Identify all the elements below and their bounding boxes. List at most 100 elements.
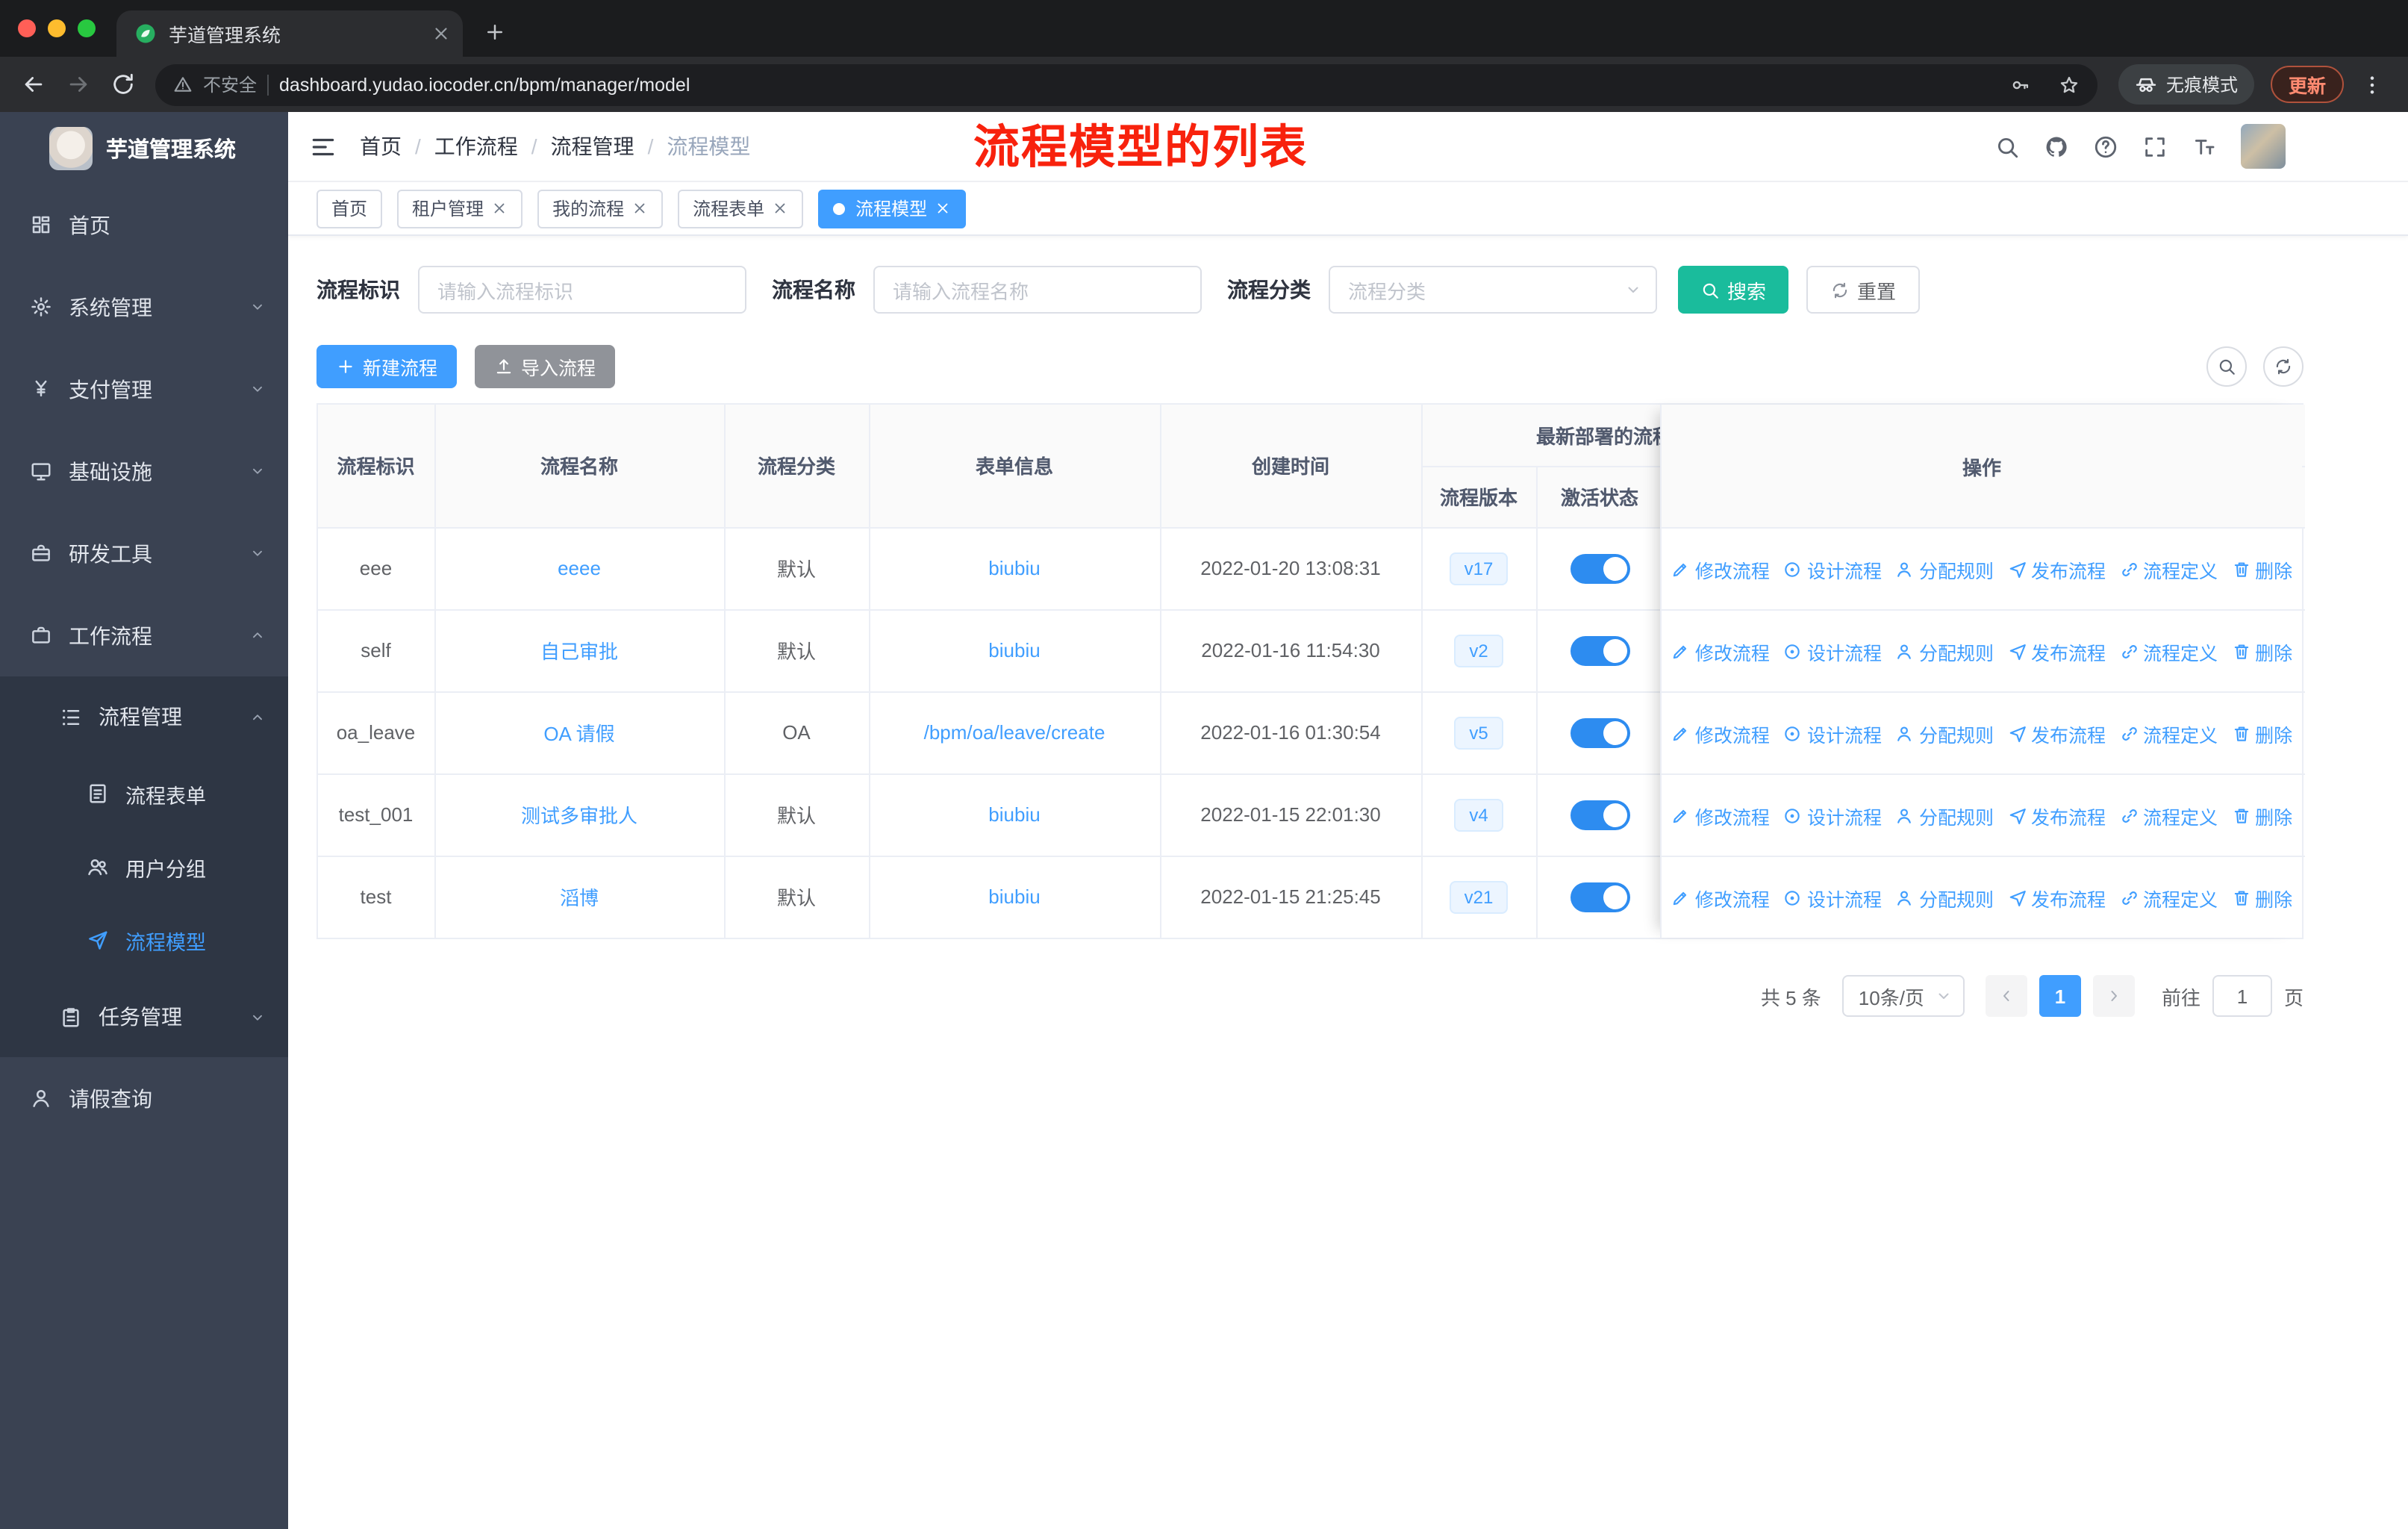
import-model-button[interactable]: 导入流程 bbox=[475, 345, 616, 388]
process-category-select[interactable]: 流程分类 bbox=[1329, 266, 1657, 314]
activation-toggle[interactable] bbox=[1570, 635, 1629, 665]
process-name-link[interactable]: OA 请假 bbox=[543, 723, 614, 745]
sidebar-item-task-manage[interactable]: 任务管理 bbox=[0, 977, 288, 1057]
op-delete-link[interactable]: 删除 bbox=[2231, 637, 2292, 665]
form-info-link[interactable]: biubiu bbox=[988, 803, 1040, 826]
op-definition-link[interactable]: 流程定义 bbox=[2119, 719, 2218, 747]
process-name-link[interactable]: eeee bbox=[558, 557, 601, 579]
sidebar-item-devtools[interactable]: 研发工具 bbox=[0, 512, 288, 594]
op-publish-link[interactable]: 发布流程 bbox=[2007, 555, 2106, 583]
op-definition-link[interactable]: 流程定义 bbox=[2119, 555, 2218, 583]
activation-toggle[interactable] bbox=[1570, 800, 1629, 829]
op-edit-link[interactable]: 修改流程 bbox=[1671, 637, 1770, 665]
tab-close-icon[interactable] bbox=[431, 24, 451, 43]
process-name-link[interactable]: 测试多审批人 bbox=[521, 805, 637, 827]
activation-toggle[interactable] bbox=[1570, 882, 1629, 912]
op-design-link[interactable]: 设计流程 bbox=[1783, 637, 1882, 665]
sidebar-item-payment[interactable]: 支付管理 bbox=[0, 348, 288, 430]
process-key-input[interactable]: 请输入流程标识 bbox=[418, 266, 746, 314]
sidebar-item-user-group[interactable]: 用户分组 bbox=[0, 830, 288, 903]
page-size-select[interactable]: 10条/页 bbox=[1841, 975, 1965, 1017]
new-tab-button[interactable] bbox=[484, 21, 506, 43]
search-button[interactable]: 搜索 bbox=[1678, 266, 1789, 314]
browser-update-button[interactable]: 更新 bbox=[2270, 66, 2344, 103]
tag-my-process[interactable]: 我的流程 bbox=[537, 189, 664, 228]
close-icon[interactable] bbox=[491, 200, 508, 217]
op-delete-link[interactable]: 删除 bbox=[2231, 555, 2292, 583]
tag-process-model[interactable]: 流程模型 bbox=[818, 189, 967, 228]
breadcrumb-item[interactable]: 首页 bbox=[360, 131, 402, 161]
op-assign-link[interactable]: 分配规则 bbox=[1895, 801, 1994, 829]
op-publish-link[interactable]: 发布流程 bbox=[2007, 801, 2106, 829]
bookmark-star-button[interactable] bbox=[2050, 65, 2089, 104]
minimize-window-button[interactable] bbox=[48, 19, 66, 37]
back-button[interactable] bbox=[12, 63, 54, 105]
op-edit-link[interactable]: 修改流程 bbox=[1671, 555, 1770, 583]
form-info-link[interactable]: biubiu bbox=[988, 639, 1040, 661]
browser-menu-button[interactable] bbox=[2360, 72, 2384, 96]
tag-tenant[interactable]: 租户管理 bbox=[397, 189, 523, 228]
breadcrumb-item[interactable]: 工作流程 bbox=[434, 131, 518, 161]
fullscreen-icon[interactable] bbox=[2142, 134, 2168, 159]
browser-tab[interactable]: 芋道管理系统 bbox=[116, 10, 463, 57]
op-definition-link[interactable]: 流程定义 bbox=[2119, 884, 2218, 912]
tag-process-form[interactable]: 流程表单 bbox=[678, 189, 804, 228]
sidebar-item-leave-query[interactable]: 请假查询 bbox=[0, 1057, 288, 1139]
goto-page-input[interactable]: 1 bbox=[2212, 975, 2272, 1017]
close-icon[interactable] bbox=[631, 200, 648, 217]
sidebar-item-home[interactable]: 首页 bbox=[0, 184, 288, 266]
sidebar-item-workflow[interactable]: 工作流程 bbox=[0, 594, 288, 676]
font-size-icon[interactable] bbox=[2192, 134, 2217, 159]
collapse-sidebar-button[interactable] bbox=[309, 132, 337, 161]
toggle-search-button[interactable] bbox=[2206, 346, 2247, 387]
process-name-link[interactable]: 自己审批 bbox=[540, 641, 618, 663]
help-icon[interactable] bbox=[2093, 134, 2118, 159]
reset-button[interactable]: 重置 bbox=[1806, 266, 1921, 314]
op-assign-link[interactable]: 分配规则 bbox=[1895, 555, 1994, 583]
close-icon[interactable] bbox=[935, 200, 951, 217]
address-bar[interactable]: 不安全 dashboard.yudao.iocoder.cn/bpm/manag… bbox=[155, 63, 2097, 105]
sidebar-item-system[interactable]: 系统管理 bbox=[0, 266, 288, 348]
op-definition-link[interactable]: 流程定义 bbox=[2119, 801, 2218, 829]
process-name-input[interactable]: 请输入流程名称 bbox=[873, 266, 1202, 314]
op-delete-link[interactable]: 删除 bbox=[2231, 801, 2292, 829]
sidebar-item-process-manage[interactable]: 流程管理 bbox=[0, 676, 288, 757]
passwords-key-button[interactable] bbox=[2000, 65, 2039, 104]
op-edit-link[interactable]: 修改流程 bbox=[1671, 884, 1770, 912]
next-page-button[interactable] bbox=[2092, 975, 2135, 1017]
prev-page-button[interactable] bbox=[1985, 975, 2027, 1017]
op-design-link[interactable]: 设计流程 bbox=[1783, 801, 1882, 829]
page-1-button[interactable]: 1 bbox=[2039, 975, 2081, 1017]
close-icon[interactable] bbox=[772, 200, 788, 217]
op-design-link[interactable]: 设计流程 bbox=[1783, 719, 1882, 747]
sidebar-item-infrastructure[interactable]: 基础设施 bbox=[0, 430, 288, 512]
maximize-window-button[interactable] bbox=[78, 19, 96, 37]
op-definition-link[interactable]: 流程定义 bbox=[2119, 637, 2218, 665]
op-design-link[interactable]: 设计流程 bbox=[1783, 884, 1882, 912]
op-design-link[interactable]: 设计流程 bbox=[1783, 555, 1882, 583]
op-edit-link[interactable]: 修改流程 bbox=[1671, 719, 1770, 747]
tag-home[interactable]: 首页 bbox=[316, 189, 383, 228]
search-icon[interactable] bbox=[1994, 134, 2020, 159]
op-delete-link[interactable]: 删除 bbox=[2231, 884, 2292, 912]
form-info-link[interactable]: /bpm/oa/leave/create bbox=[924, 721, 1105, 744]
op-assign-link[interactable]: 分配规则 bbox=[1895, 884, 1994, 912]
reload-button[interactable] bbox=[102, 63, 143, 105]
activation-toggle[interactable] bbox=[1570, 717, 1629, 747]
user-avatar[interactable] bbox=[2241, 124, 2286, 169]
sidebar-item-process-model[interactable]: 流程模型 bbox=[0, 903, 288, 977]
op-publish-link[interactable]: 发布流程 bbox=[2007, 719, 2106, 747]
github-icon[interactable] bbox=[2044, 134, 2069, 159]
process-name-link[interactable]: 滔博 bbox=[560, 888, 599, 910]
refresh-table-button[interactable] bbox=[2263, 346, 2303, 387]
op-publish-link[interactable]: 发布流程 bbox=[2007, 884, 2106, 912]
activation-toggle[interactable] bbox=[1570, 553, 1629, 583]
op-assign-link[interactable]: 分配规则 bbox=[1895, 719, 1994, 747]
close-window-button[interactable] bbox=[18, 19, 36, 37]
op-assign-link[interactable]: 分配规则 bbox=[1895, 637, 1994, 665]
sidebar-item-process-form[interactable]: 流程表单 bbox=[0, 757, 288, 830]
op-publish-link[interactable]: 发布流程 bbox=[2007, 637, 2106, 665]
forward-button[interactable] bbox=[57, 63, 99, 105]
create-model-button[interactable]: 新建流程 bbox=[316, 345, 458, 388]
form-info-link[interactable]: biubiu bbox=[988, 886, 1040, 909]
